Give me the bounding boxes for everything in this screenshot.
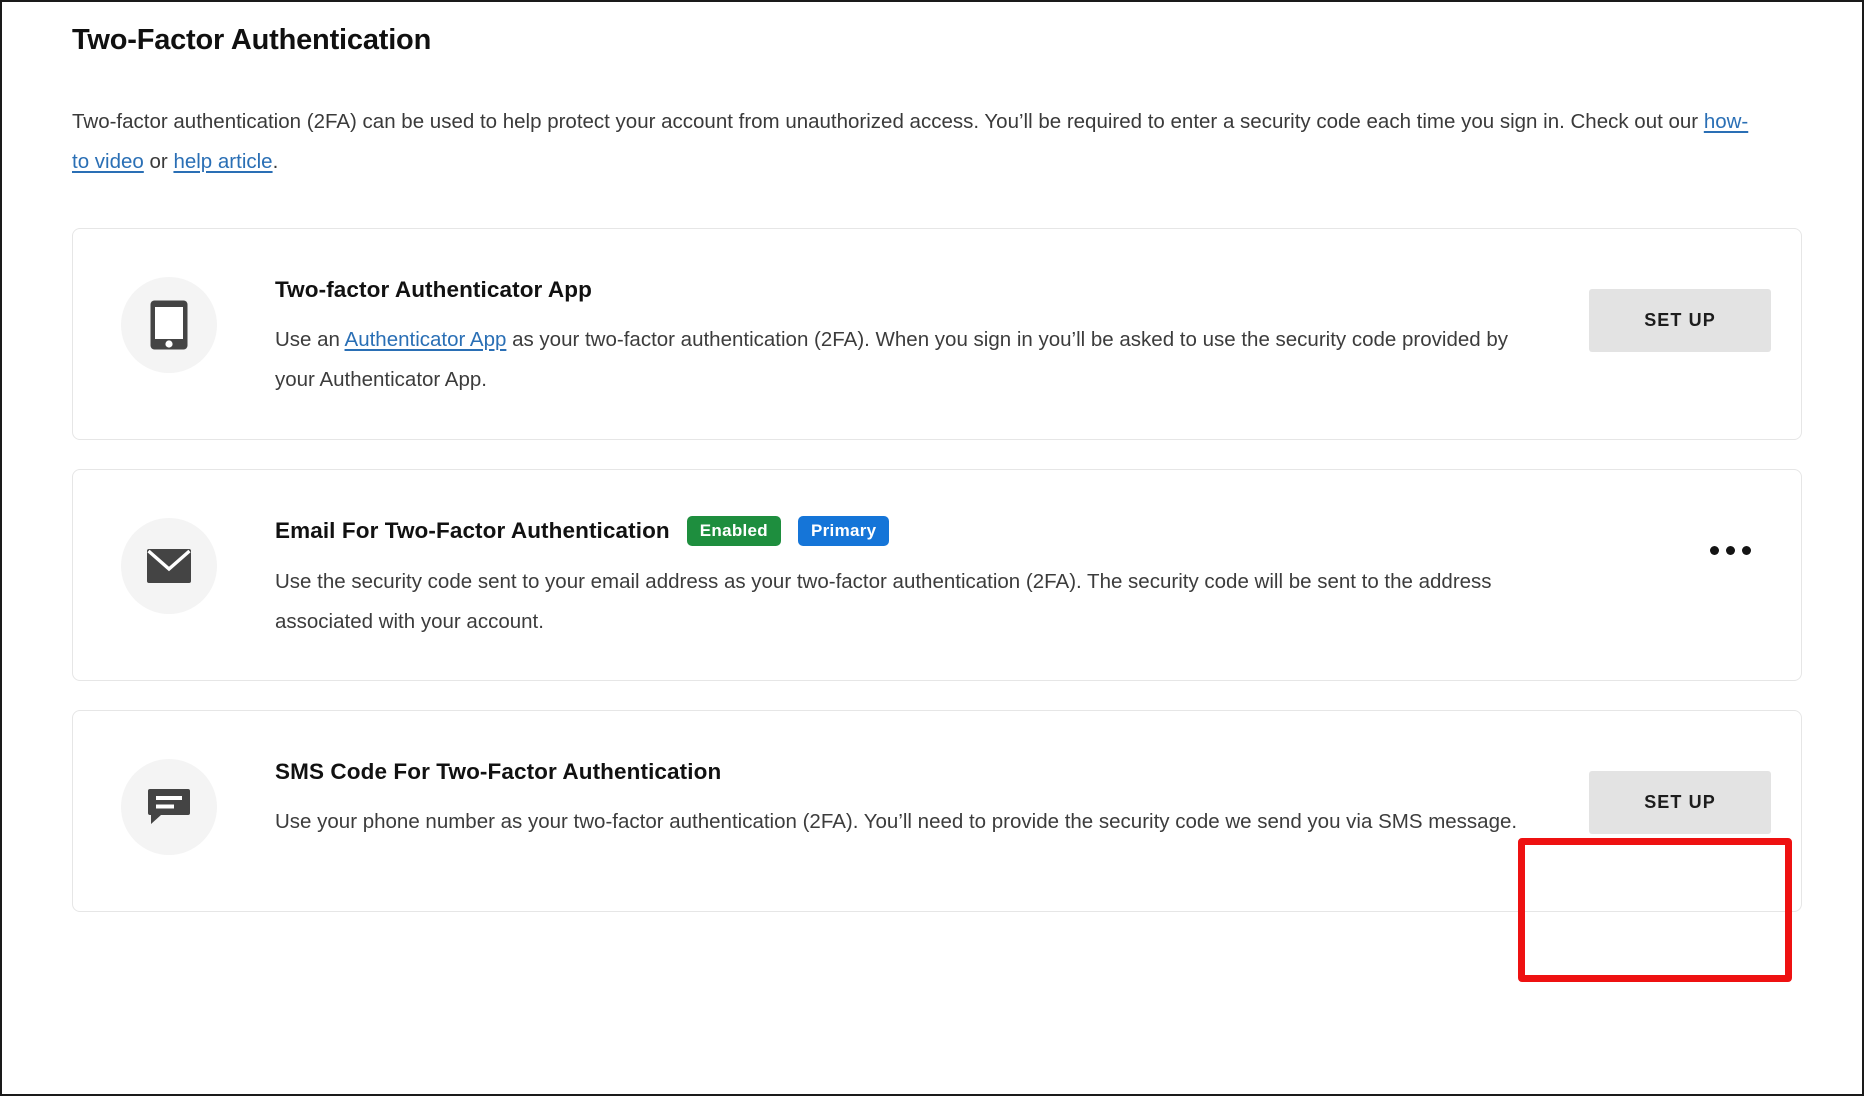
two-factor-methods-list: Two-factor Authenticator App Use an Auth… [72,227,1802,912]
authenticator-app-set-up-button[interactable]: SET UP [1589,288,1771,352]
email-2fa-title-row: Email For Two-Factor Authentication Enab… [275,515,1531,547]
settings-content: Two-Factor Authentication Two-factor aut… [2,2,1862,912]
email-2fa-description: Use the security code sent to your email… [275,570,1492,634]
email-2fa-action [1531,504,1771,571]
chat-bubble-icon [121,758,217,855]
intro-paragraph: Two-factor authentication (2FA) can be u… [72,102,1752,182]
authenticator-app-description: Use an Authenticator App as your two-fac… [275,320,1531,400]
email-2fa-body: Email For Two-Factor Authentication Enab… [217,504,1531,643]
status-badge-primary: Primary [798,515,890,547]
mobile-device-icon [121,276,217,373]
sms-2fa-description: Use your phone number as your two-factor… [275,809,1518,833]
page-title: Two-Factor Authentication [72,24,432,56]
authenticator-app-desc-1: Use an [275,327,345,351]
authenticator-app-action: SET UP [1531,263,1771,352]
page-frame: Two-Factor Authentication Two-factor aut… [0,0,1864,1096]
authenticator-app-link[interactable]: Authenticator App [345,328,507,351]
email-2fa-card: Email For Two-Factor Authentication Enab… [72,468,1802,681]
sms-2fa-action: SET UP [1531,745,1771,834]
status-badge-enabled: Enabled [686,515,781,547]
overflow-dot-1 [1710,545,1719,555]
authenticator-app-card: Two-factor Authenticator App Use an Auth… [72,227,1802,440]
overflow-dot-2 [1726,545,1735,555]
email-2fa-overflow-menu-button[interactable] [1700,530,1771,571]
sms-2fa-body: SMS Code For Two-Factor Authentication U… [217,745,1531,842]
overflow-dot-3 [1742,545,1751,555]
sms-2fa-title-row: SMS Code For Two-Factor Authentication [275,757,1531,786]
authenticator-app-body: Two-factor Authenticator App Use an Auth… [217,263,1531,400]
authenticator-app-title: Two-factor Authenticator App [275,276,592,302]
authenticator-app-title-row: Two-factor Authenticator App [275,275,1531,304]
help-article-link[interactable]: help article [173,150,272,173]
intro-text-1: Two-factor authentication (2FA) can be u… [72,109,1704,133]
email-2fa-title: Email For Two-Factor Authentication [275,518,670,544]
intro-text-2: or [143,149,174,173]
sms-set-up-button[interactable]: SET UP [1589,770,1771,834]
sms-2fa-card: SMS Code For Two-Factor Authentication U… [72,709,1802,912]
intro-text-3: . [272,149,279,173]
envelope-icon [121,517,217,614]
sms-2fa-title: SMS Code For Two-Factor Authentication [275,758,722,784]
